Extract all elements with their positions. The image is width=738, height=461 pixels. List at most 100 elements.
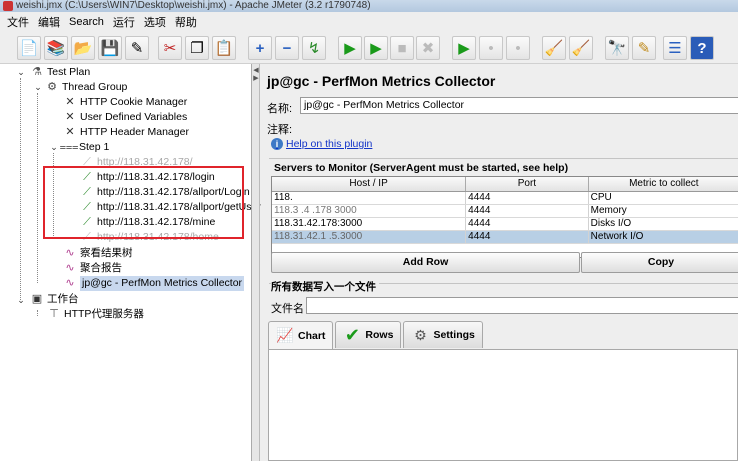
tools-icon: ✕ xyxy=(65,96,75,108)
table-row[interactable]: 118. 4444 CPU xyxy=(272,192,738,205)
start-icon[interactable]: ▶ xyxy=(338,36,362,60)
tab-settings[interactable]: ⚙ Settings xyxy=(403,321,483,348)
menu-edit[interactable]: 编辑 xyxy=(38,14,60,30)
table-row[interactable]: 118.3 .4 .178 3000 4444 Memory xyxy=(272,205,738,218)
tree-node-results-tree[interactable]: ∿ 察看结果树 xyxy=(63,246,132,261)
divider-arrow-icon[interactable]: ◀ xyxy=(253,67,259,74)
checkmark-icon: ✔ xyxy=(344,324,360,345)
remote-start-icon[interactable]: ▶ xyxy=(452,36,476,60)
remote-shutdown-icon[interactable]: • xyxy=(506,36,530,60)
proxy-icon: ⊤ xyxy=(49,308,59,320)
function-helper-icon[interactable]: ☰ xyxy=(663,36,687,60)
split-pane-divider[interactable]: ◀ ▶ xyxy=(252,64,260,461)
comments-input[interactable] xyxy=(300,118,738,135)
perfmon-config-panel: jp@gc - PerfMon Metrics Collector 名称: jp… xyxy=(261,64,738,461)
filename-input[interactable] xyxy=(306,297,738,314)
remote-stop-icon[interactable]: • xyxy=(479,36,503,60)
menu-options[interactable]: 选项 xyxy=(144,14,166,30)
name-label: 名称: xyxy=(267,103,293,115)
gear-icon: ⚙ xyxy=(47,81,57,93)
clear-all-icon[interactable]: 🧹 xyxy=(569,36,593,60)
search-icon[interactable]: 🔭 xyxy=(605,36,629,60)
collapse-handle[interactable]: ⌄ xyxy=(17,68,25,77)
tree-node-cookie-manager[interactable]: ✕ HTTP Cookie Manager xyxy=(63,95,187,110)
expand-icon[interactable]: + xyxy=(248,36,272,60)
name-input[interactable]: jp@gc - PerfMon Metrics Collector xyxy=(300,97,738,114)
shutdown-icon[interactable]: ✖ xyxy=(416,36,440,60)
menu-search[interactable]: Search xyxy=(69,16,104,28)
tree-connector xyxy=(37,93,38,283)
table-header: Host / IP Port Metric to collect xyxy=(272,177,738,192)
tree-node-thread-group[interactable]: ⚙ Thread Group xyxy=(45,80,127,95)
help-link[interactable]: i Help on this plugin xyxy=(271,138,372,150)
info-icon: i xyxy=(271,138,283,150)
menu-help[interactable]: 帮助 xyxy=(175,14,197,30)
open-icon[interactable]: 📂 xyxy=(71,36,95,60)
add-row-button[interactable]: Add Row xyxy=(271,252,580,273)
collapse-handle[interactable]: ⌄ xyxy=(50,143,58,152)
jmeter-app-icon xyxy=(3,1,13,11)
listener-icon: ∿ xyxy=(65,262,75,274)
gear-icon: ⚙ xyxy=(414,326,427,343)
column-header-host[interactable]: Host / IP xyxy=(272,177,467,191)
servers-table[interactable]: Host / IP Port Metric to collect 118. 44… xyxy=(271,176,738,258)
tools-icon: ✕ xyxy=(65,111,75,123)
tree-node-perfmon-collector[interactable]: ∿ jp@gc - PerfMon Metrics Collector xyxy=(63,276,245,291)
menu-run[interactable]: 运行 xyxy=(113,14,135,30)
window-titlebar: weishi.jmx (C:\Users\WIN7\Desktop\weishi… xyxy=(0,0,738,12)
panel-title: jp@gc - PerfMon Metrics Collector xyxy=(267,73,496,89)
new-icon[interactable]: 📄 xyxy=(17,36,41,60)
tree-node-aggregate-report[interactable]: ∿ 聚合报告 xyxy=(63,261,122,276)
copy-icon[interactable]: ❐ xyxy=(185,36,209,60)
toggle-icon[interactable]: ↯ xyxy=(302,36,326,60)
tab-rows[interactable]: ✔ Rows xyxy=(335,321,402,348)
write-all-section-title: 所有数据写入一个文件 xyxy=(271,279,379,294)
stop-icon[interactable]: ■ xyxy=(390,36,414,60)
toolbar: 📄 📚 📂 💾 ✎ ✂ ❐ 📋 + − ↯ ▶ ▶ ■ ✖ ▶ • • 🧹 🧹 … xyxy=(0,32,738,64)
menu-file[interactable]: 文件 xyxy=(7,14,29,30)
tab-bar: 📈 Chart ✔ Rows ⚙ Settings xyxy=(268,321,485,349)
help-icon[interactable]: ? xyxy=(690,36,714,60)
tree-node-workbench[interactable]: ▣ 工作台 xyxy=(30,292,79,307)
templates-icon[interactable]: 📚 xyxy=(44,36,68,60)
filename-label: 文件名 xyxy=(271,303,304,315)
tab-chart[interactable]: 📈 Chart xyxy=(268,321,334,349)
menu-bar: 文件 编辑 Search 运行 选项 帮助 xyxy=(0,12,738,32)
window-title: weishi.jmx (C:\Users\WIN7\Desktop\weishi… xyxy=(16,0,371,11)
table-row[interactable]: 118.31.42.178:3000 4444 Disks I/O xyxy=(272,218,738,231)
tree-node-header-manager[interactable]: ✕ HTTP Header Manager xyxy=(63,125,189,140)
transaction-controller-icon: ⩶ xyxy=(59,141,79,153)
save-icon[interactable]: 💾 xyxy=(98,36,122,60)
divider-arrow-icon[interactable]: ▶ xyxy=(253,75,259,82)
collapse-icon[interactable]: − xyxy=(275,36,299,60)
tree-node-step[interactable]: ⩶ Step 1 xyxy=(59,140,110,155)
reset-search-icon[interactable]: ✎ xyxy=(632,36,656,60)
tree-node-test-plan[interactable]: ⚗ Test Plan xyxy=(30,65,90,80)
paste-icon[interactable]: 📋 xyxy=(212,36,236,60)
chart-area xyxy=(268,349,738,461)
tree-connector xyxy=(20,78,21,300)
chart-icon: 📈 xyxy=(276,327,294,343)
save-as-icon[interactable]: ✎ xyxy=(125,36,149,60)
copy-row-button[interactable]: Copy xyxy=(581,252,738,273)
servers-section-title: Servers to Monitor (ServerAgent must be … xyxy=(274,162,569,174)
cut-icon[interactable]: ✂ xyxy=(158,36,182,60)
workbench-icon: ▣ xyxy=(31,293,43,305)
separator xyxy=(269,158,738,159)
comments-label: 注释: xyxy=(267,124,293,136)
clear-icon[interactable]: 🧹 xyxy=(542,36,566,60)
collapse-handle[interactable]: ⌄ xyxy=(34,83,42,92)
test-plan-icon: ⚗ xyxy=(32,66,42,78)
collapse-handle[interactable]: ⌄ xyxy=(17,296,25,305)
tools-icon: ✕ xyxy=(65,126,75,138)
test-plan-tree[interactable]: ⌄ ⚗ Test Plan ⌄ ⚙ Thread Group ✕ HTTP Co… xyxy=(0,64,261,461)
tree-connector xyxy=(37,310,38,316)
table-row[interactable]: 118.31.42.1 .5.3000 4444 Network I/O xyxy=(272,231,738,244)
column-header-metric[interactable]: Metric to collect xyxy=(589,177,738,191)
tree-node-user-vars[interactable]: ✕ User Defined Variables xyxy=(63,110,187,125)
column-header-port[interactable]: Port xyxy=(466,177,589,191)
highlight-annotation-box xyxy=(43,166,244,239)
start-no-pause-icon[interactable]: ▶ xyxy=(364,36,388,60)
listener-icon: ∿ xyxy=(65,277,75,289)
tree-node-http-proxy[interactable]: ⊤ HTTP代理服务器 xyxy=(47,307,144,322)
